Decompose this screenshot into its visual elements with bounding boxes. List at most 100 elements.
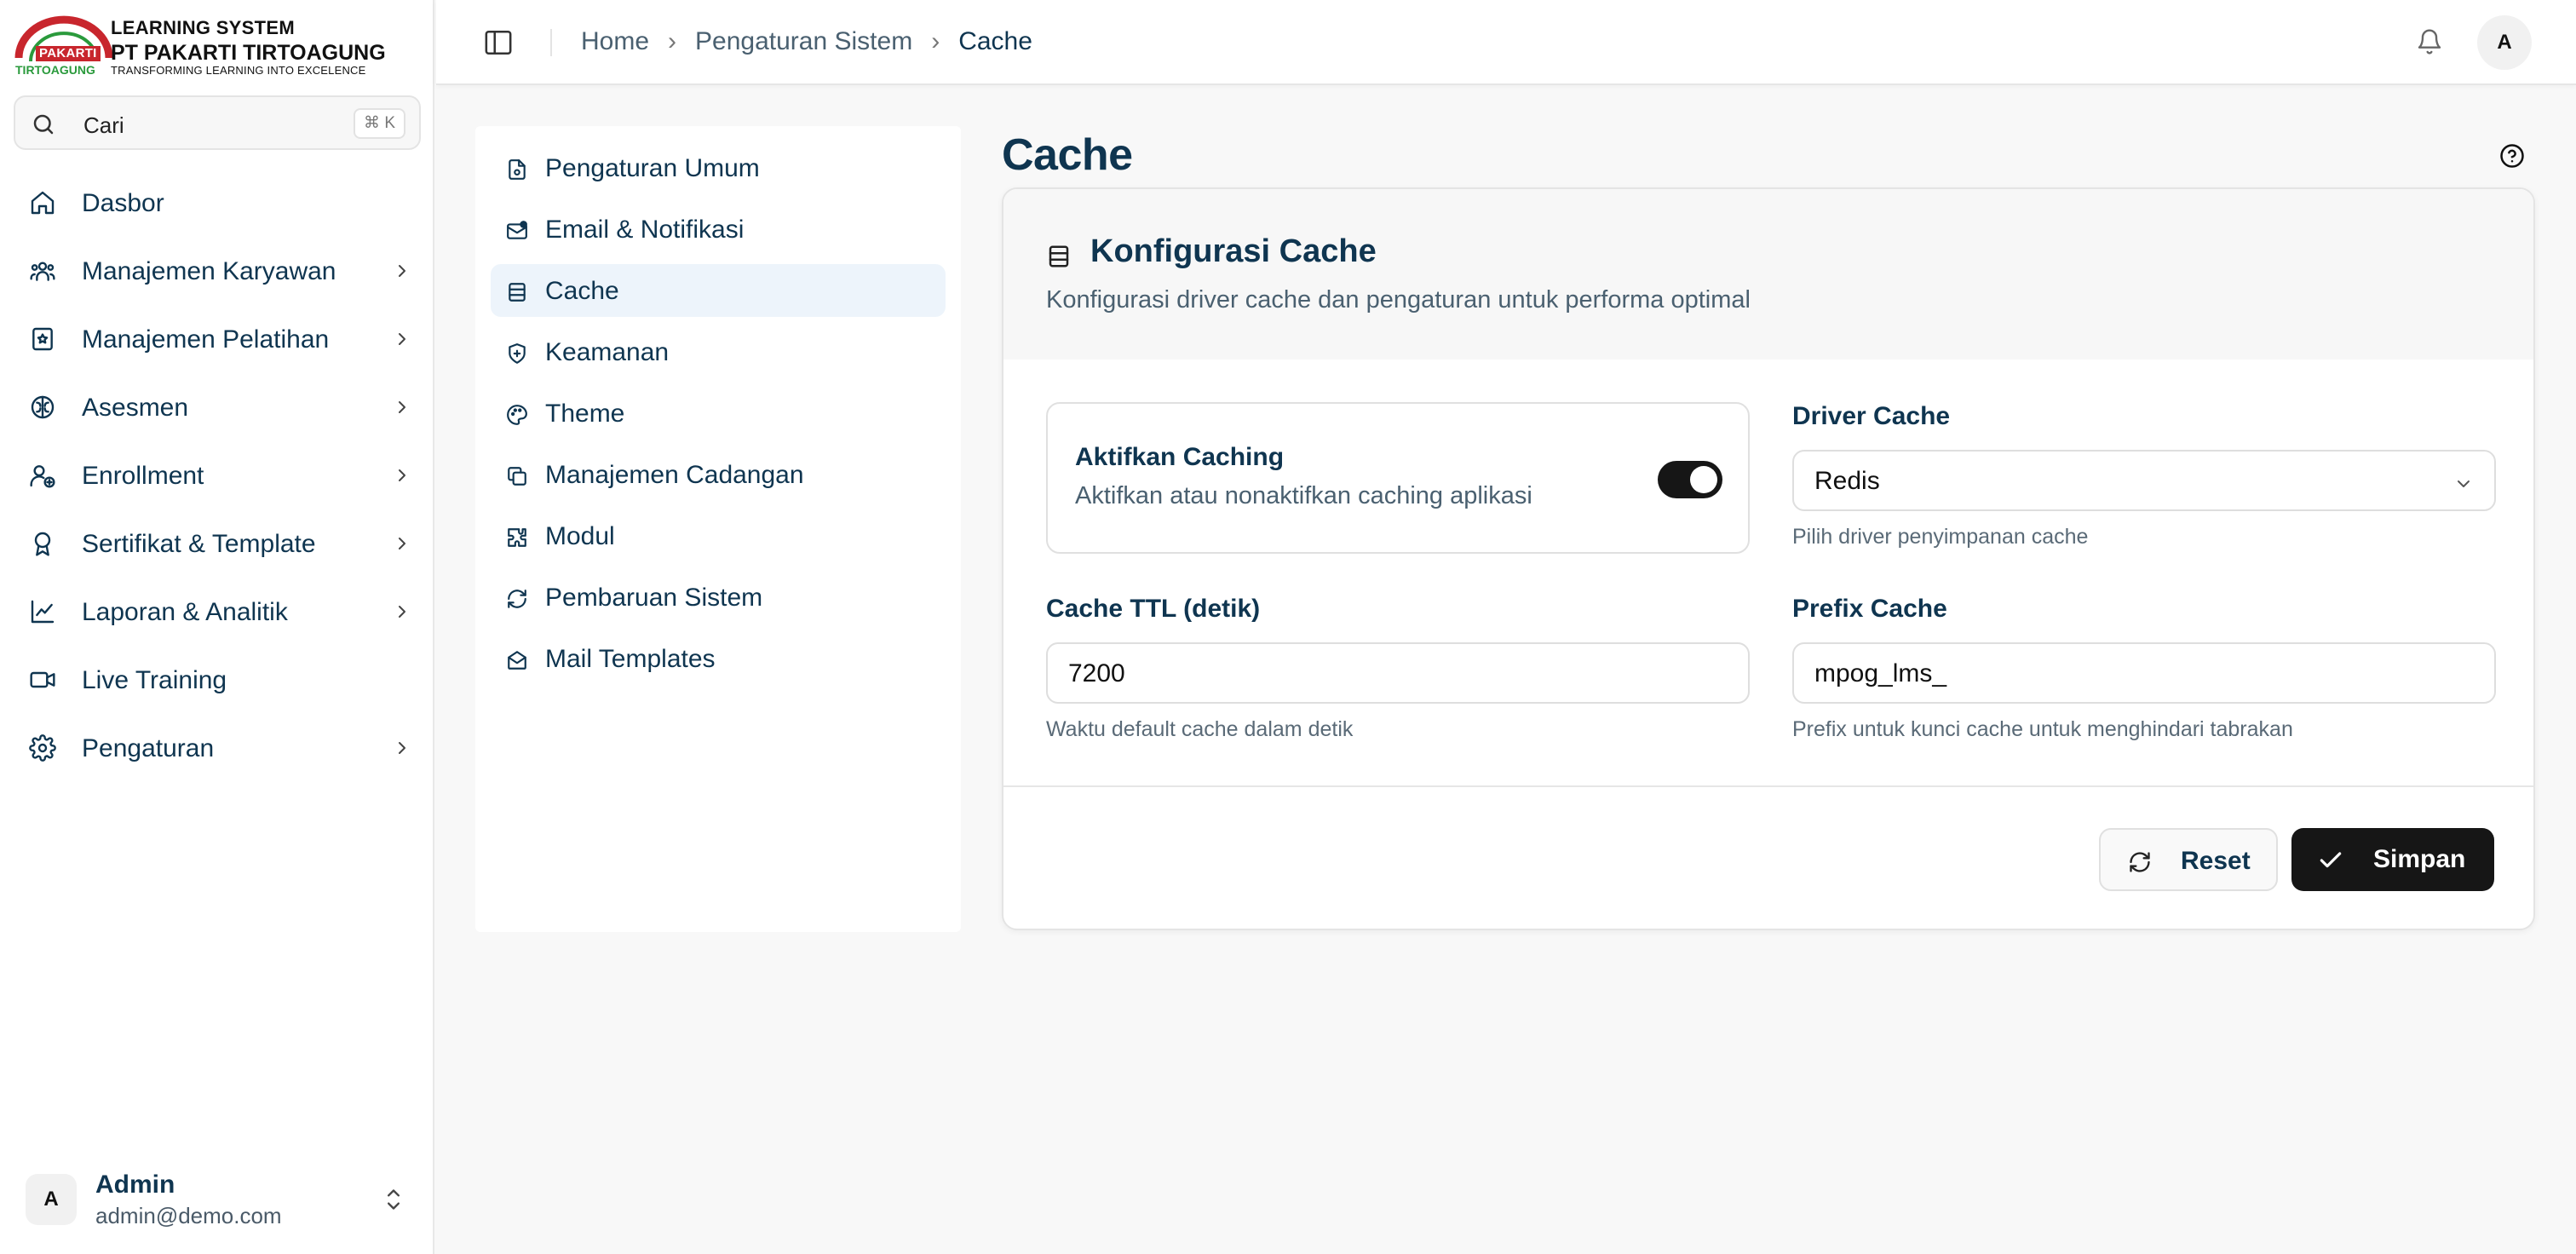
user-name: Admin [95, 1171, 175, 1199]
settings-nav-label: Theme [545, 400, 625, 428]
book-star-icon [32, 327, 53, 351]
mail-open-icon [508, 651, 526, 670]
award-icon [34, 532, 51, 556]
settings-nav-cache[interactable]: Cache [491, 264, 946, 317]
brain-icon [31, 395, 55, 419]
chevron-down-icon [2458, 480, 2470, 487]
cache-ttl-input[interactable]: 7200 [1046, 642, 1750, 704]
sidebar-item-enrollment[interactable]: Enrollment [14, 441, 421, 509]
user-plus-icon [30, 465, 55, 488]
mail-notification-icon [507, 221, 527, 239]
sidebar-item-live-training[interactable]: Live Training [14, 646, 421, 714]
palette-icon [507, 405, 527, 425]
brand-subtitle: LEARNING SYSTEM [111, 17, 295, 38]
settings-nav-pengaturan-umum[interactable]: Pengaturan Umum [491, 141, 946, 194]
caching-toggle-description: Aktifkan atau nonaktifkan caching aplika… [1075, 482, 1532, 509]
brand-name: PT PAKARTI TIRTOAGUNG [111, 41, 386, 65]
settings-nav-theme[interactable]: Theme [491, 387, 946, 440]
sidebar-item-asesmen[interactable]: Asesmen [14, 373, 421, 441]
database-icon [1049, 245, 1069, 267]
caching-toggle-switch[interactable] [1658, 461, 1722, 498]
sidebar-toggle-icon[interactable] [484, 29, 513, 56]
settings-nav-keamanan[interactable]: Keamanan [491, 325, 946, 378]
caching-toggle-box: Aktifkan Caching Aktifkan atau nonaktifk… [1046, 402, 1750, 554]
user-email: admin@demo.com [95, 1203, 282, 1228]
settings-nav-modul[interactable]: Modul [491, 509, 946, 562]
sidebar-item-sertifikat-template[interactable]: Sertifikat & Template [14, 509, 421, 578]
driver-cache-select[interactable]: Redis [1792, 450, 2496, 511]
sidebar-item-dasbor[interactable]: Dasbor [14, 169, 421, 237]
sidebar-item-pengaturan[interactable]: Pengaturan [14, 714, 421, 782]
home-icon [31, 191, 55, 215]
search-shortcut: ⌘ K [354, 108, 405, 139]
sidebar-nav: Dasbor Manajemen Karyawan Manajemen Pela… [14, 169, 421, 782]
settings-nav-label: Modul [545, 522, 615, 550]
chevron-right-icon [399, 333, 405, 345]
sidebar-item-label: Manajemen Pelatihan [82, 325, 330, 354]
settings-nav-manajemen-cadangan[interactable]: Manajemen Cadangan [491, 448, 946, 501]
settings-nav-label: Manajemen Cadangan [545, 461, 804, 489]
prefix-cache-hint: Prefix untuk kunci cache untuk menghinda… [1792, 717, 2293, 741]
help-circle-icon[interactable] [2499, 143, 2525, 169]
header-divider [550, 29, 552, 56]
save-button[interactable]: Simpan [2291, 828, 2494, 891]
save-label: Simpan [2373, 845, 2466, 873]
search-button[interactable]: Cari ⌘ K [14, 95, 421, 150]
prefix-cache-label: Prefix Cache [1792, 595, 1947, 623]
cache-config-card: Konfigurasi Cache Konfigurasi driver cac… [1002, 187, 2535, 930]
sidebar-item-label: Asesmen [82, 394, 189, 422]
caching-toggle-title: Aktifkan Caching [1075, 443, 1285, 471]
user-menu-button[interactable]: A Admin admin@demo.com [14, 1167, 421, 1235]
chevron-right-icon [399, 469, 405, 481]
file-settings-icon [509, 159, 526, 180]
reset-button[interactable]: Reset [2099, 828, 2278, 891]
settings-nav-mail-templates[interactable]: Mail Templates [491, 632, 946, 685]
cache-ttl-label: Cache TTL (detik) [1046, 595, 1261, 623]
sidebar-item-laporan-analitik[interactable]: Laporan & Analitik [14, 578, 421, 646]
settings-nav-label: Keamanan [545, 338, 670, 366]
top-header: Home › Pengaturan Sistem › Cache A [436, 0, 2576, 85]
bell-icon[interactable] [2416, 27, 2443, 56]
breadcrumb-current: Cache [958, 27, 1032, 55]
copy-icon [508, 467, 526, 486]
driver-cache-value: Redis [1814, 467, 1880, 495]
prefix-cache-input[interactable]: mpog_lms_ [1792, 642, 2496, 704]
chart-line-icon [31, 600, 55, 624]
breadcrumb-pengaturan-sistem[interactable]: Pengaturan Sistem [695, 27, 912, 56]
header-avatar[interactable]: A [2477, 15, 2532, 70]
sidebar-item-manajemen-karyawan[interactable]: Manajemen Karyawan [14, 237, 421, 305]
card-footer-divider [1003, 785, 2533, 787]
users-icon [30, 262, 55, 281]
card-title: Konfigurasi Cache [1090, 233, 1377, 269]
breadcrumb-separator: › [931, 27, 940, 55]
breadcrumb-home[interactable]: Home [581, 27, 649, 56]
settings-nav-pembaruan-sistem[interactable]: Pembaruan Sistem [491, 571, 946, 624]
card-header: Konfigurasi Cache Konfigurasi driver cac… [1003, 189, 2533, 360]
prefix-cache-value: mpog_lms_ [1814, 659, 1947, 687]
chevron-right-icon [399, 401, 405, 413]
check-icon [2320, 852, 2342, 868]
card-description: Konfigurasi driver cache dan pengaturan … [1046, 286, 1751, 314]
search-label: Cari [83, 112, 124, 138]
driver-cache-hint: Pilih driver penyimpanan cache [1792, 525, 2089, 549]
driver-cache-label: Driver Cache [1792, 402, 1951, 430]
sidebar-item-label: Enrollment [82, 462, 204, 490]
settings-nav-label: Email & Notifikasi [545, 216, 745, 244]
chevron-right-icon [399, 265, 405, 277]
chevron-right-icon [399, 606, 405, 618]
sidebar: PAKARTI TIRTOAGUNG LEARNING SYSTEM PT PA… [0, 0, 434, 1254]
settings-nav: Pengaturan Umum Email & Notifikasi Cache… [475, 126, 961, 932]
sidebar-item-label: Manajemen Karyawan [82, 257, 336, 285]
sidebar-item-manajemen-pelatihan[interactable]: Manajemen Pelatihan [14, 305, 421, 373]
sidebar-item-label: Pengaturan [82, 734, 215, 762]
video-icon [30, 671, 55, 688]
settings-nav-label: Pengaturan Umum [545, 154, 760, 182]
settings-nav-label: Pembaruan Sistem [545, 584, 763, 612]
settings-nav-label: Cache [545, 277, 619, 305]
settings-nav-email-notifikasi[interactable]: Email & Notifikasi [491, 203, 946, 256]
refresh-icon [2130, 852, 2150, 872]
breadcrumb-separator: › [668, 27, 677, 55]
brand-logo[interactable]: PAKARTI TIRTOAGUNG LEARNING SYSTEM PT PA… [14, 15, 405, 80]
reset-label: Reset [2181, 847, 2251, 875]
cache-ttl-value: 7200 [1068, 659, 1125, 687]
